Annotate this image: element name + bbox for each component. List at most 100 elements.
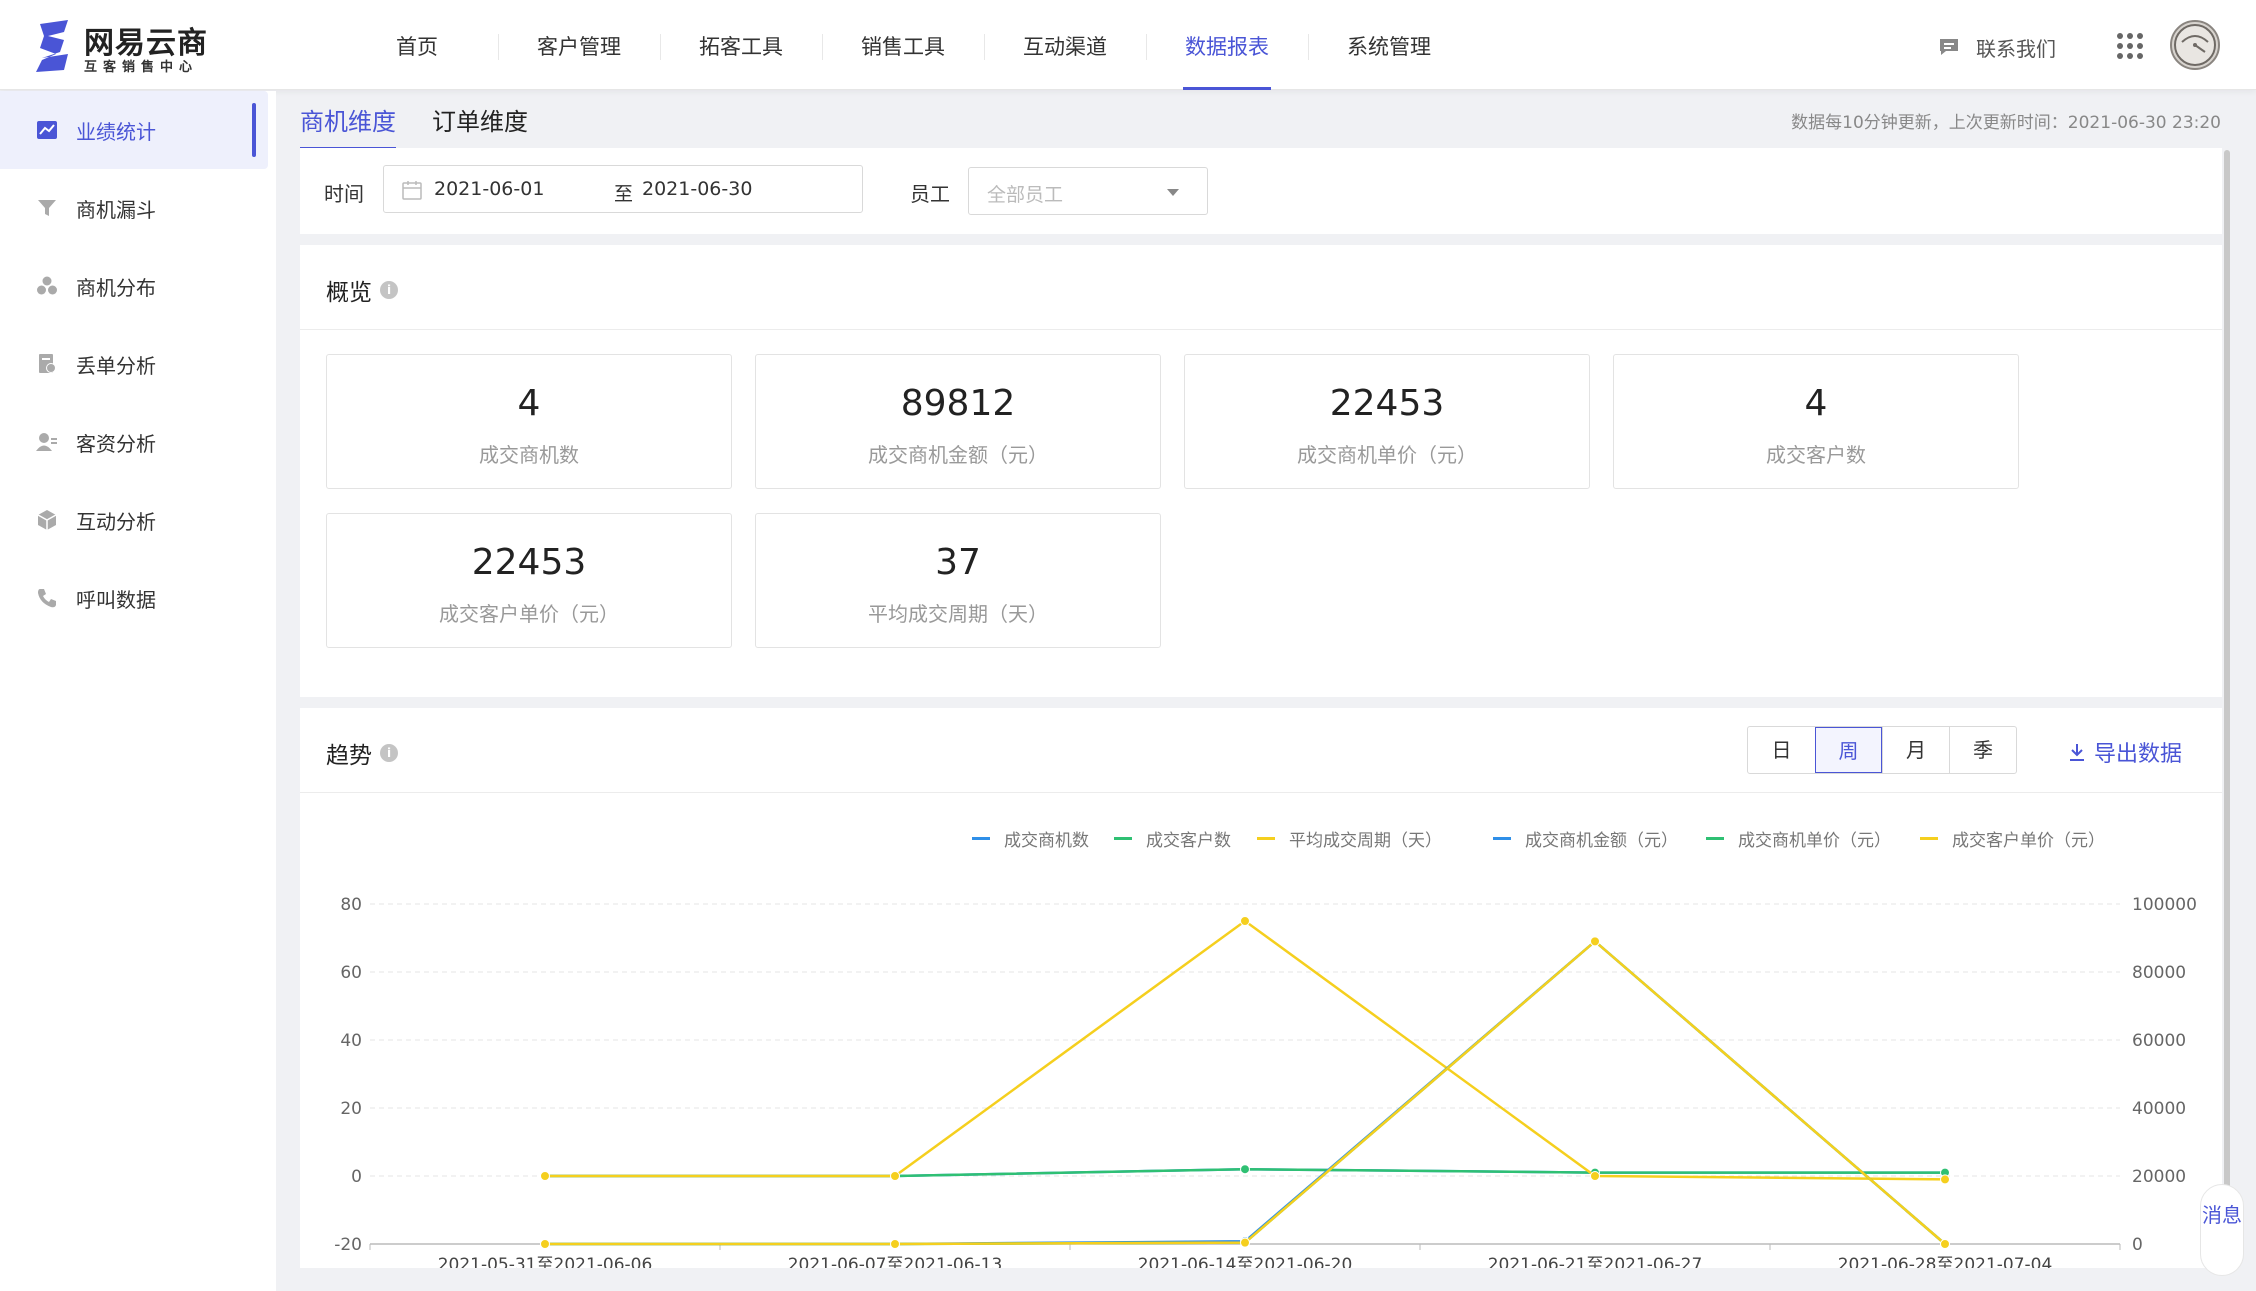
sidebar-item-performance[interactable]: 业绩统计: [0, 91, 268, 169]
scrollbar-thumb[interactable]: [2224, 150, 2230, 1250]
sidebar-item-funnel[interactable]: 商机漏斗: [0, 169, 276, 247]
download-icon: [2070, 744, 2084, 761]
contact-us-label: 联系我们: [1976, 36, 2056, 61]
x-tick-label: 2021-06-21至2021-06-27: [1488, 1255, 1703, 1268]
stat-deal-amount: 89812 成交商机金额（元）: [755, 354, 1161, 489]
funnel-icon: [38, 200, 56, 216]
y-right-tick-label: 60000: [2132, 1031, 2186, 1051]
x-tick-label: 2021-05-31至2021-06-06: [438, 1255, 653, 1268]
period-toggle: 日 周 月 季: [1747, 726, 2017, 774]
distribution-icon: [37, 276, 57, 295]
x-tick-label: 2021-06-14至2021-06-20: [1138, 1255, 1353, 1268]
employee-select[interactable]: 全部员工: [968, 167, 1208, 215]
data-point: [1590, 1171, 1600, 1181]
main-nav: 首页 客户管理 拓客工具 销售工具 互动渠道 数据报表 系统管理: [336, 0, 1470, 90]
lost-order-icon: [39, 354, 56, 373]
date-range-picker[interactable]: 2021-06-01 至 2021-06-30: [383, 165, 863, 213]
y-left-tick-label: 80: [340, 895, 362, 915]
nav-data-reports[interactable]: 数据报表: [1146, 0, 1308, 90]
sidebar-item-label: 丢单分析: [76, 353, 156, 378]
tab-opportunity-dimension[interactable]: 商机维度: [300, 100, 396, 150]
tab-order-dimension[interactable]: 订单维度: [432, 100, 528, 150]
period-week-button[interactable]: 周: [1815, 727, 1882, 773]
chevron-down-icon: [1167, 189, 1179, 196]
nav-system-management[interactable]: 系统管理: [1308, 0, 1470, 90]
y-right-tick-label: 80000: [2132, 963, 2186, 983]
period-quarter-button[interactable]: 季: [1949, 727, 2016, 773]
contact-us-link[interactable]: 联系我们: [1938, 30, 2056, 64]
data-point: [1940, 1239, 1950, 1249]
series-line: [545, 939, 1946, 1246]
sidebar-item-label: 客资分析: [76, 431, 156, 456]
trend-line-chart: 80 100000 60 80000 40 60000 20 40000 0 20000 -20 0 2…: [334, 895, 2197, 1268]
stat-deal-unit-price: 22453 成交商机单价（元）: [1184, 354, 1590, 489]
sidebar-item-customer-analysis[interactable]: 客资分析: [0, 403, 276, 481]
legend-swatch: [1706, 837, 1724, 840]
employee-placeholder: 全部员工: [987, 184, 1064, 206]
start-date[interactable]: 2021-06-01: [434, 178, 544, 200]
cube-icon: [37, 510, 57, 530]
info-icon[interactable]: i: [380, 281, 398, 299]
legend-item[interactable]: 成交商机单价（元）: [1706, 826, 1891, 851]
legend-label: 成交商机金额（元）: [1525, 831, 1678, 851]
period-month-button[interactable]: 月: [1882, 727, 1949, 773]
stat-label: 成交客户数: [1766, 443, 1866, 467]
time-label: 时间: [324, 182, 364, 206]
y-right-tick-label: 40000: [2132, 1099, 2186, 1119]
y-left-tick-label: -20: [334, 1235, 362, 1255]
y-left-tick-label: 20: [340, 1099, 362, 1119]
page-scrollbar[interactable]: [2222, 150, 2232, 1280]
data-point: [890, 1239, 900, 1249]
stat-value: 22453: [471, 542, 587, 583]
overview-card: 概览 i 4 成交商机数 89812 成交商机金额（元） 22453 成交商机单…: [300, 245, 2222, 697]
stat-customer-unit-price: 22453 成交客户单价（元）: [326, 513, 732, 648]
export-data-button[interactable]: 导出数据: [2068, 736, 2182, 768]
sidebar-item-distribution[interactable]: 商机分布: [0, 247, 276, 325]
sidebar-item-lost-orders[interactable]: 丢单分析: [0, 325, 276, 403]
nav-home[interactable]: 首页: [336, 0, 498, 90]
nav-prospecting-tools[interactable]: 拓客工具: [660, 0, 822, 90]
avatar-image-icon: [2174, 24, 2216, 66]
stat-label: 成交商机金额（元）: [868, 443, 1048, 467]
legend-item[interactable]: 成交商机数: [972, 826, 1089, 851]
legend-label: 成交商机数: [1004, 831, 1089, 851]
legend-swatch: [1114, 837, 1132, 840]
legend-label: 平均成交周期（天）: [1289, 831, 1442, 851]
legend-item[interactable]: 成交客户数: [1114, 826, 1231, 851]
app-grid-icon[interactable]: [2116, 32, 2144, 60]
chat-bubble-icon: [1940, 39, 1958, 55]
nav-interaction-channels[interactable]: 互动渠道: [984, 0, 1146, 90]
filter-bar: 时间 2021-06-01 至 2021-06-30 员工 全部员工: [300, 148, 2222, 234]
legend-swatch: [972, 837, 990, 840]
nav-customer-management[interactable]: 客户管理: [498, 0, 660, 90]
sidebar-item-label: 商机分布: [76, 275, 156, 300]
end-date[interactable]: 2021-06-30: [642, 178, 752, 200]
period-day-button[interactable]: 日: [1748, 727, 1815, 773]
nav-sales-tools[interactable]: 销售工具: [822, 0, 984, 90]
sidebar-item-call-data[interactable]: 呼叫数据: [0, 559, 276, 637]
message-float-button[interactable]: 消息: [2200, 1184, 2244, 1276]
brand-logo[interactable]: 网易云商 互客销售中心: [34, 18, 224, 75]
top-navbar: 网易云商 互客销售中心 首页 客户管理 拓客工具 销售工具 互动渠道 数据报表 …: [0, 0, 2256, 90]
x-tick-label: 2021-06-07至2021-06-13: [788, 1255, 1003, 1268]
x-tick-label: 2021-06-28至2021-07-04: [1838, 1255, 2053, 1268]
y-left-tick-label: 0: [351, 1167, 362, 1187]
sidebar-item-interaction-analysis[interactable]: 互动分析: [0, 481, 276, 559]
legend-item[interactable]: 成交商机金额（元）: [1493, 826, 1678, 851]
user-avatar[interactable]: [2170, 20, 2220, 70]
trend-chart-icon: [37, 121, 57, 139]
legend-item[interactable]: 成交客户单价（元）: [1920, 826, 2105, 851]
series-line: [545, 919, 1946, 1181]
stat-value: 22453: [1329, 383, 1445, 424]
legend-item[interactable]: 平均成交周期（天）: [1257, 826, 1442, 851]
stat-value: 4: [517, 383, 541, 424]
data-point: [1240, 916, 1250, 926]
chart-legend: 成交商机数 成交客户数 平均成交周期（天） 成交商机金额（元） 成交商机单价（元…: [300, 826, 2222, 856]
sidebar-item-label: 呼叫数据: [76, 587, 156, 612]
update-note: 数据每10分钟更新，上次更新时间：2021-06-30 23:20: [1791, 113, 2221, 133]
stat-value: 4: [1804, 383, 1828, 424]
calendar-icon: [402, 181, 422, 200]
overview-title: 概览 i: [326, 273, 398, 307]
data-point: [890, 1171, 900, 1181]
info-icon[interactable]: i: [380, 744, 398, 762]
